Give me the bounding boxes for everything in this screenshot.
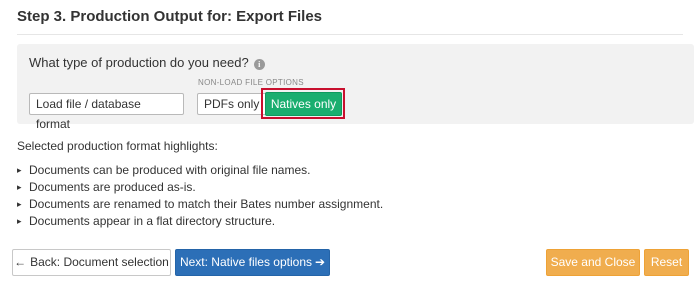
natives-only-option-button[interactable]: Natives only bbox=[265, 92, 342, 116]
list-item: ▸ Documents are renamed to match their Ba… bbox=[17, 196, 383, 213]
list-item-text: Documents are produced as-is. bbox=[29, 180, 196, 194]
highlights-heading: Selected production format highlights: bbox=[17, 139, 218, 153]
list-item-text: Documents are renamed to match their Bat… bbox=[29, 197, 384, 211]
list-item-text: Documents can be produced with original … bbox=[29, 163, 311, 177]
highlights-list: ▸ Documents can be produced with original… bbox=[17, 162, 383, 230]
load-file-option-button[interactable]: Load file / database format bbox=[29, 93, 184, 131]
title-divider bbox=[17, 34, 683, 35]
arrow-left-icon: ← bbox=[14, 255, 27, 269]
arrow-right-icon: ➔ bbox=[315, 255, 326, 269]
back-button[interactable]: ← Back: Document selection bbox=[12, 249, 171, 276]
non-load-options-label: NON-LOAD FILE OPTIONS bbox=[198, 78, 304, 87]
list-item: ▸ Documents appear in a flat directory st… bbox=[17, 213, 383, 230]
page-title: Step 3. Production Output for: Export Fi… bbox=[17, 8, 323, 25]
production-question-label: What type of production do you need? bbox=[29, 55, 249, 70]
list-item: ▸ Documents can be produced with original… bbox=[17, 162, 383, 179]
reset-button[interactable]: Reset bbox=[644, 249, 689, 276]
bullet-icon: ▸ bbox=[17, 199, 22, 209]
list-item: ▸ Documents are produced as-is. bbox=[17, 179, 383, 196]
production-question: What type of production do you need? i bbox=[29, 55, 265, 70]
next-button-label: Next: Native files options bbox=[179, 255, 312, 269]
next-button[interactable]: Next: Native files options ➔ bbox=[175, 249, 330, 276]
save-and-close-button[interactable]: Save and Close bbox=[546, 249, 640, 276]
bullet-icon: ▸ bbox=[17, 165, 22, 175]
production-type-panel: What type of production do you need? i NO… bbox=[17, 44, 694, 131]
bullet-icon: ▸ bbox=[17, 216, 22, 226]
list-item-text: Documents appear in a flat directory str… bbox=[29, 214, 276, 228]
production-output-page: Step 3. Production Output for: Export Fi… bbox=[0, 0, 700, 290]
back-button-label: Back: Document selection bbox=[30, 255, 169, 269]
info-circle-icon[interactable]: i bbox=[253, 59, 265, 70]
bullet-icon: ▸ bbox=[17, 182, 22, 192]
